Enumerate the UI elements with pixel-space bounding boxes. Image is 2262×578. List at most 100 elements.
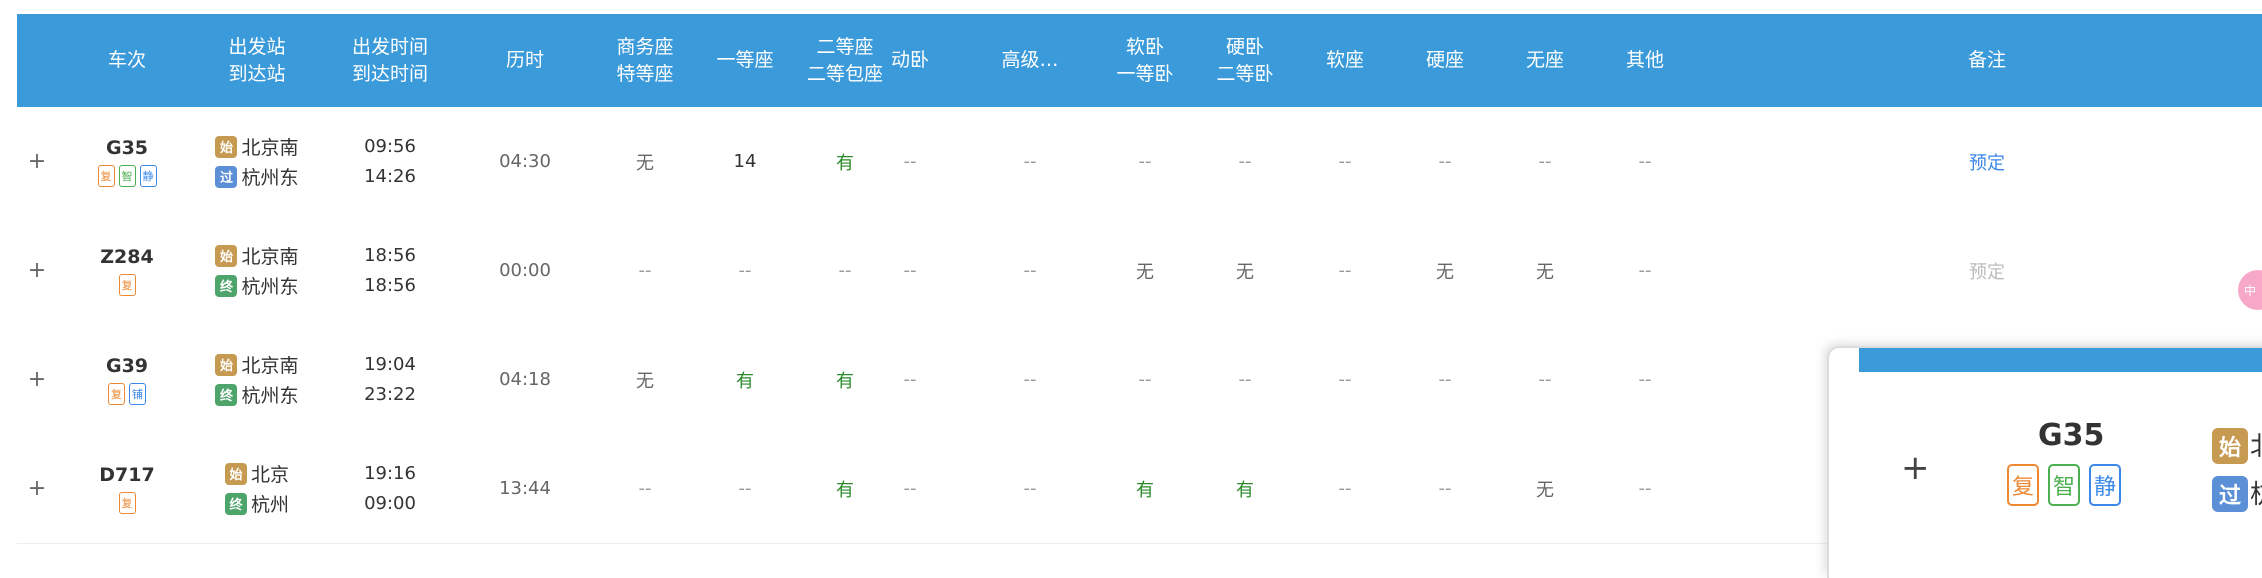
no-seat-availability: -- bbox=[1538, 151, 1552, 172]
header-dong-sleeper-label: 动卧 bbox=[890, 49, 929, 71]
soft-seat-cell: -- bbox=[1295, 107, 1395, 216]
train-number[interactable]: G39 bbox=[106, 355, 148, 377]
first-class-availability: 14 bbox=[733, 151, 757, 172]
first-class-cell: 有 bbox=[695, 325, 795, 434]
second-class-cell: -- bbox=[795, 216, 895, 325]
soft-sleeper-cell: 有 bbox=[1095, 434, 1195, 543]
remark-cell: 预定 bbox=[1717, 216, 2257, 325]
business-seat-cell: -- bbox=[595, 434, 695, 543]
premium-sleeper-cell: -- bbox=[985, 325, 1075, 434]
duration-cell: 00:00 bbox=[475, 216, 575, 325]
stations-cell: 始北京终杭州 bbox=[202, 434, 312, 543]
zoom-to-station: 杭 bbox=[2250, 474, 2262, 511]
train-feature-tag: 铺 bbox=[129, 382, 146, 405]
header-train-number: 车次 bbox=[72, 14, 182, 107]
hard-sleeper-availability: -- bbox=[1238, 151, 1252, 172]
hard-sleeper-availability: 无 bbox=[1236, 261, 1254, 283]
duration-cell: 04:30 bbox=[475, 107, 575, 216]
header-expand bbox=[17, 14, 57, 107]
train-number[interactable]: Z284 bbox=[100, 246, 153, 268]
header-times: 出发时间 到达时间 bbox=[335, 14, 445, 107]
to-station-line: 过杭州东 bbox=[215, 162, 299, 192]
hard-sleeper-availability: -- bbox=[1238, 369, 1252, 390]
train-tags: 复智静 bbox=[97, 164, 157, 187]
second-class-availability: 有 bbox=[836, 479, 854, 501]
soft-sleeper-cell: 无 bbox=[1095, 216, 1195, 325]
train-feature-tag: 静 bbox=[139, 164, 157, 187]
zoom-tag-jing: 静 bbox=[2089, 464, 2121, 506]
soft-sleeper-availability: -- bbox=[1138, 369, 1152, 390]
header-other-label: 其他 bbox=[1625, 49, 1664, 71]
table-header: 车次 出发站 到达站 出发时间 到达时间 历时 商务座 特等座 一等座 二等座 二等包座 动卧 高级… 软… bbox=[17, 14, 2262, 107]
first-class-cell: -- bbox=[695, 216, 795, 325]
first-class-availability: -- bbox=[738, 478, 752, 499]
to-station: 杭州东 bbox=[241, 385, 299, 407]
no-seat-cell: 无 bbox=[1495, 434, 1595, 543]
first-class-availability: -- bbox=[738, 260, 752, 281]
header-business-seat-line: 特等座 bbox=[616, 62, 674, 85]
zoom-from-station: 北 bbox=[2250, 426, 2262, 463]
dong-sleeper-availability: -- bbox=[903, 260, 917, 281]
header-other: 其他 bbox=[1595, 14, 1695, 107]
to-station: 杭州 bbox=[250, 494, 289, 516]
train-feature-tag: 智 bbox=[118, 164, 136, 187]
train-feature-tag: 复 bbox=[97, 164, 115, 187]
duration: 04:30 bbox=[499, 151, 551, 172]
hard-seat-cell: -- bbox=[1395, 434, 1495, 543]
from-station: 北京 bbox=[250, 464, 289, 486]
from-station: 北京南 bbox=[241, 137, 299, 159]
duration: 04:18 bbox=[499, 369, 551, 390]
train-number-cell: G39 复铺 bbox=[72, 325, 182, 434]
header-stations: 出发站 到达站 bbox=[202, 14, 312, 107]
book-button[interactable]: 预定 bbox=[1969, 258, 2005, 284]
end-badge: 终 bbox=[224, 492, 247, 515]
arrive-time: 09:00 bbox=[364, 492, 416, 514]
soft-seat-availability: -- bbox=[1338, 260, 1352, 281]
soft-seat-cell: -- bbox=[1295, 216, 1395, 325]
start-badge: 始 bbox=[215, 135, 238, 158]
duration: 13:44 bbox=[499, 478, 551, 499]
header-no-seat-label: 无座 bbox=[1525, 49, 1564, 71]
from-station-line: 始北京 bbox=[224, 459, 289, 489]
train-tags: 复 bbox=[118, 491, 136, 514]
train-tags: 复 bbox=[118, 273, 136, 296]
zoom-expand-button[interactable]: + bbox=[1901, 448, 1930, 488]
duration-cell: 13:44 bbox=[475, 434, 575, 543]
soft-sleeper-cell: -- bbox=[1095, 107, 1195, 216]
header-stations-line: 出发站 bbox=[228, 35, 286, 58]
depart-time: 19:04 bbox=[364, 353, 416, 375]
expand-button[interactable]: + bbox=[28, 258, 46, 283]
soft-sleeper-cell: -- bbox=[1095, 325, 1195, 434]
train-number[interactable]: G35 bbox=[106, 137, 148, 159]
expand-button[interactable]: + bbox=[28, 476, 46, 501]
soft-seat-cell: -- bbox=[1295, 434, 1395, 543]
premium-sleeper-cell: -- bbox=[985, 216, 1075, 325]
stations-cell: 始北京南终杭州东 bbox=[202, 325, 312, 434]
train-feature-tag: 复 bbox=[118, 273, 136, 296]
no-seat-cell: -- bbox=[1495, 325, 1595, 434]
zoom-train-number: G35 bbox=[2038, 418, 2105, 453]
depart-time: 09:56 bbox=[364, 135, 416, 157]
hard-sleeper-availability: 有 bbox=[1236, 479, 1254, 501]
dong-sleeper-availability: -- bbox=[903, 478, 917, 499]
book-button[interactable]: 预定 bbox=[1969, 149, 2005, 175]
expand-button[interactable]: + bbox=[28, 367, 46, 392]
header-soft-seat-label: 软座 bbox=[1325, 49, 1364, 71]
train-number-cell: Z284 复 bbox=[72, 216, 182, 325]
header-duration-label: 历时 bbox=[505, 49, 544, 71]
header-stations-line: 到达站 bbox=[228, 62, 286, 85]
first-class-cell: -- bbox=[695, 434, 795, 543]
hard-seat-cell: 无 bbox=[1395, 216, 1495, 325]
soft-sleeper-availability: 无 bbox=[1136, 261, 1154, 283]
stations-cell: 始北京南终杭州东 bbox=[202, 216, 312, 325]
other-cell: -- bbox=[1595, 107, 1695, 216]
from-station-line: 始北京南 bbox=[215, 132, 299, 162]
expand-button[interactable]: + bbox=[28, 149, 46, 174]
business-seat-cell: -- bbox=[595, 216, 695, 325]
other-availability: -- bbox=[1638, 478, 1652, 499]
train-number[interactable]: D717 bbox=[99, 464, 154, 486]
second-class-availability: -- bbox=[838, 260, 852, 281]
header-soft-sleeper-line: 软卧 bbox=[1125, 35, 1164, 58]
soft-sleeper-availability: -- bbox=[1138, 151, 1152, 172]
header-remark: 备注 bbox=[1717, 14, 2257, 107]
